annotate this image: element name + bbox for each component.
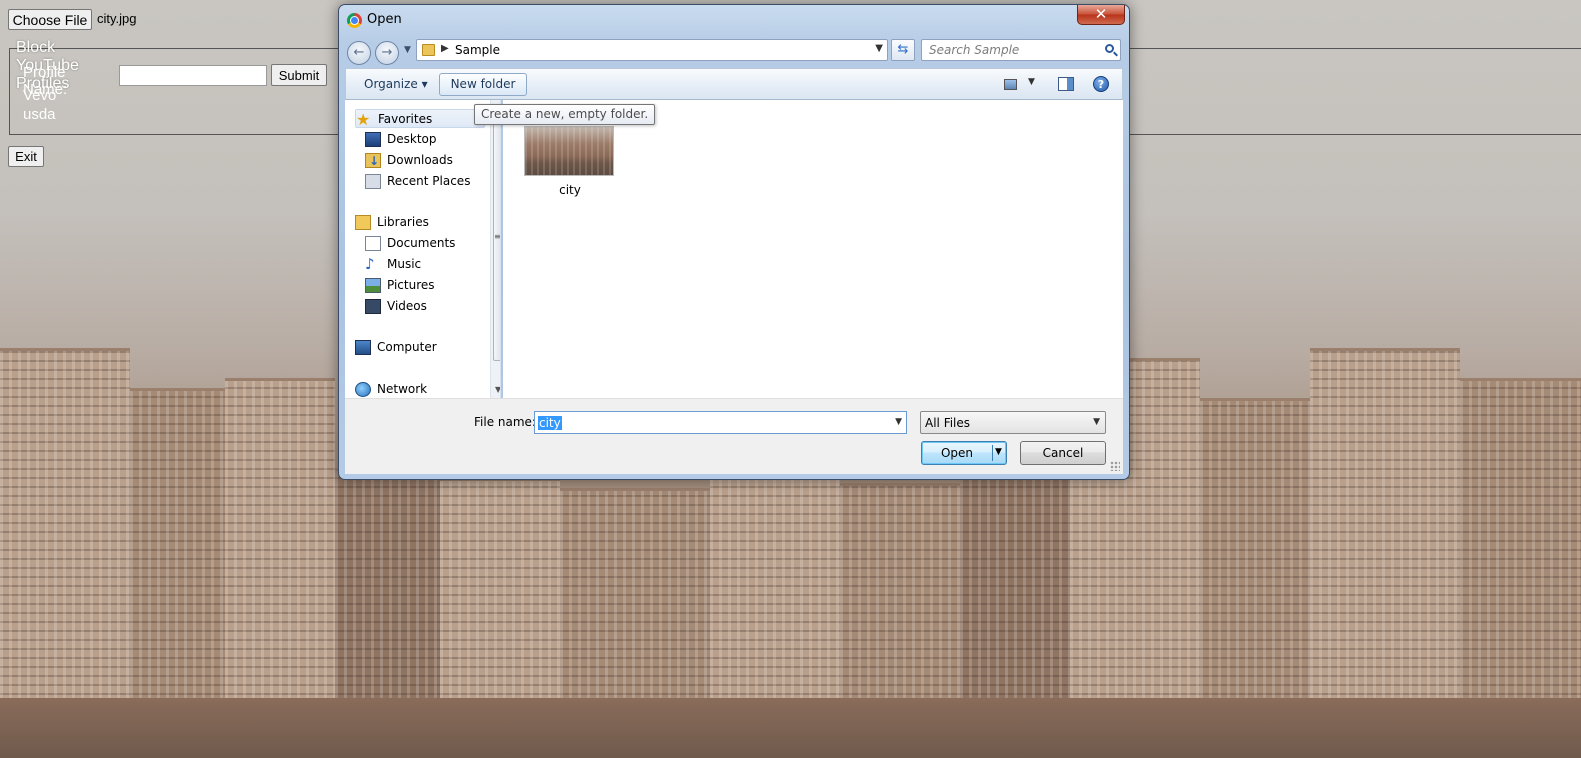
recent-places-icon [365,174,381,189]
dialog-bottom-bar: File name: city ▼ All Files ▼ Open ▼ Can… [345,398,1123,474]
address-dropdown-icon[interactable]: ▼ [875,43,883,54]
file-name-dropdown-icon[interactable]: ▼ [895,417,902,427]
breadcrumb-chevron-icon[interactable]: ▶ [441,43,449,54]
open-file-dialog: Open ✕ ← → ▼ ▶ Sample ▼ ⇆ Search Sample … [338,4,1130,480]
back-arrow-icon: ← [353,45,365,60]
nav-item-favorites[interactable]: ★ Favorites [355,109,485,128]
refresh-icon: ⇆ [897,42,909,57]
profile-item: Vevo [23,87,57,104]
nav-item-label: Pictures [387,278,435,292]
nav-item-label: Documents [387,236,456,250]
new-folder-tooltip: Create a new, empty folder. [474,104,656,125]
file-name-input[interactable]: city ▼ [534,411,907,434]
search-icon[interactable] [1105,44,1114,53]
downloads-icon [365,152,381,171]
chrome-icon [347,13,362,28]
navigation-scrollbar[interactable]: ≡ ▼ [490,100,501,398]
selected-file-name: city.jpg [97,11,137,26]
navigation-pane: ★ Favorites Desktop Downloads Recent Pla… [345,100,501,398]
scroll-down-arrow-icon[interactable]: ▼ [495,385,500,394]
refresh-button[interactable]: ⇆ [891,39,915,61]
back-button[interactable]: ← [347,41,371,65]
resize-grip-icon[interactable] [1110,461,1120,471]
submit-button[interactable]: Submit [271,64,327,86]
search-input[interactable]: Search Sample [921,39,1121,61]
nav-item-label: Favorites [378,112,433,126]
preview-pane-icon[interactable] [1058,77,1074,91]
choose-file-button[interactable]: Choose File [8,9,92,30]
open-button[interactable]: Open ▼ [921,441,1007,465]
file-type-value: All Files [925,416,971,430]
organize-menu[interactable]: Organize ▾ [364,77,428,91]
command-bar: Organize ▾ New folder ▼ ? [345,68,1123,100]
music-icon: ♪ [365,255,375,273]
breadcrumb-sample[interactable]: Sample [455,43,500,57]
nav-item-label: Downloads [387,153,453,167]
views-dropdown-icon[interactable]: ▼ [1028,77,1035,87]
forward-button[interactable]: → [375,41,399,65]
nav-item-label: Libraries [377,215,429,229]
libraries-icon [355,215,371,230]
nav-item-label: Network [377,382,428,396]
nav-item-label: Music [387,257,422,271]
scrollbar-grip-icon: ≡ [494,232,501,241]
nav-item-label: Videos [387,299,427,313]
nav-item-label: Computer [377,340,437,354]
help-icon[interactable]: ? [1093,76,1109,92]
exit-button[interactable]: Exit [8,146,44,167]
change-view-icon[interactable] [1004,79,1017,90]
file-name-label: File name: [474,415,536,429]
star-icon: ★ [356,110,371,129]
computer-icon [355,340,371,355]
forward-arrow-icon: → [381,45,393,60]
network-icon [355,382,371,397]
open-button-label: Open [940,446,974,460]
recent-locations-dropdown[interactable]: ▼ [404,45,411,55]
folder-icon [422,44,435,56]
pictures-icon [365,278,381,293]
profile-item: usda [23,106,56,123]
file-name-value: city [538,416,562,430]
profile-name-input[interactable] [119,65,267,86]
videos-icon [365,299,381,314]
file-type-select[interactable]: All Files ▼ [920,411,1106,434]
file-label[interactable]: city [545,183,595,197]
open-options-dropdown-icon[interactable]: ▼ [995,447,1002,457]
file-list-pane: city [503,100,1123,398]
desktop-icon [365,132,381,147]
file-thumbnail-city[interactable] [524,126,614,176]
close-button[interactable]: ✕ [1077,5,1125,25]
documents-icon [365,236,381,251]
address-bar[interactable]: ▶ Sample ▼ [416,39,888,61]
split-divider [992,445,993,461]
search-placeholder: Search Sample [929,43,1020,57]
file-type-dropdown-icon: ▼ [1093,417,1100,427]
nav-item-label: Recent Places [387,174,471,188]
dialog-title: Open [367,12,402,27]
nav-item-label: Desktop [387,132,437,146]
cancel-button[interactable]: Cancel [1020,441,1106,465]
new-folder-button[interactable]: New folder [439,73,527,96]
